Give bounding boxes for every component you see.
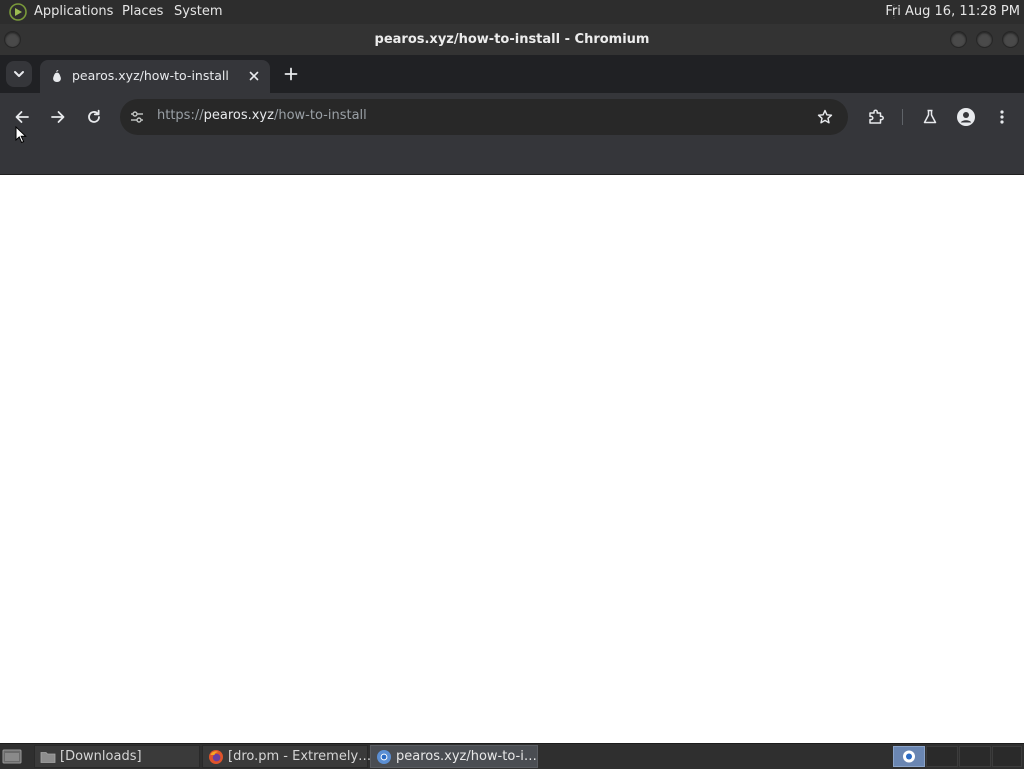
tab-strip: pearos.xyz/how-to-install: [0, 55, 1024, 93]
task-firefox[interactable]: [dro.pm - Extremely…: [202, 745, 372, 768]
minimize-button[interactable]: [951, 32, 966, 47]
firefox-icon: [208, 749, 224, 765]
workspace-4[interactable]: [992, 746, 1022, 767]
workspace-3[interactable]: [959, 746, 991, 767]
tab-search-button[interactable]: [6, 61, 32, 87]
tab-active[interactable]: pearos.xyz/how-to-install: [40, 60, 270, 93]
url-host: pearos.xyz: [203, 108, 274, 123]
tab-title: pearos.xyz/how-to-install: [72, 68, 229, 83]
window-title: pearos.xyz/how-to-install - Chromium: [374, 32, 650, 47]
menu-button[interactable]: [990, 105, 1014, 129]
toolbar-separator: [902, 109, 903, 125]
distro-logo-icon[interactable]: [8, 3, 28, 21]
address-bar[interactable]: https://pearos.xyz/how-to-install: [120, 99, 848, 135]
reload-button[interactable]: [82, 105, 106, 129]
menu-places[interactable]: Places: [122, 4, 163, 20]
workspace-1[interactable]: [893, 746, 925, 767]
mouse-cursor-icon: [15, 126, 27, 144]
browser-toolbar: https://pearos.xyz/how-to-install: [0, 93, 1024, 141]
bookmark-star-icon[interactable]: [816, 108, 834, 126]
url-text[interactable]: https://pearos.xyz/how-to-install: [157, 108, 367, 123]
task-label: [dro.pm - Extremely…: [228, 749, 372, 764]
pear-favicon-icon: [50, 69, 64, 83]
clock[interactable]: Fri Aug 16, 11:28 PM: [885, 4, 1020, 20]
task-label: [Downloads]: [60, 749, 142, 764]
show-desktop-icon[interactable]: [2, 747, 22, 765]
flask-icon: [923, 109, 937, 124]
bottom-taskbar: [Downloads] [dro.pm - Extremely… pearos.…: [0, 743, 1024, 769]
chevron-down-icon: [14, 71, 24, 77]
kebab-menu-icon: [1000, 110, 1004, 124]
menu-system[interactable]: System: [174, 4, 222, 20]
chromium-window-thumbnail-icon: [903, 750, 915, 763]
folder-icon: [40, 749, 56, 765]
arrow-left-icon: [15, 111, 29, 123]
new-tab-icon[interactable]: [282, 65, 300, 83]
forward-button[interactable]: [46, 105, 70, 129]
site-settings-icon[interactable]: [128, 108, 146, 126]
workspace-2[interactable]: [926, 746, 958, 767]
arrow-right-icon: [51, 111, 65, 123]
reload-icon: [88, 109, 100, 123]
extensions-button[interactable]: [864, 105, 888, 129]
profile-button[interactable]: [954, 105, 978, 129]
url-scheme: https://: [157, 108, 204, 123]
window-titlebar[interactable]: pearos.xyz/how-to-install - Chromium: [0, 24, 1024, 55]
chromium-icon: [376, 749, 392, 765]
menu-applications[interactable]: Applications: [34, 4, 113, 20]
maximize-button[interactable]: [977, 32, 992, 47]
account-icon: [957, 108, 975, 126]
close-window-button[interactable]: [1003, 32, 1018, 47]
url-path: /how-to-install: [273, 108, 367, 123]
puzzle-icon: [869, 109, 884, 124]
task-label: pearos.xyz/how-to-i…: [396, 749, 537, 764]
labs-button[interactable]: [918, 105, 942, 129]
task-downloads[interactable]: [Downloads]: [34, 745, 200, 768]
top-panel: Applications Places System Fri Aug 16, 1…: [0, 0, 1024, 24]
page-content[interactable]: [0, 175, 1024, 743]
bookmarks-bar: [0, 141, 1024, 175]
close-tab-icon[interactable]: [246, 68, 262, 84]
task-chromium[interactable]: pearos.xyz/how-to-i…: [370, 745, 538, 768]
